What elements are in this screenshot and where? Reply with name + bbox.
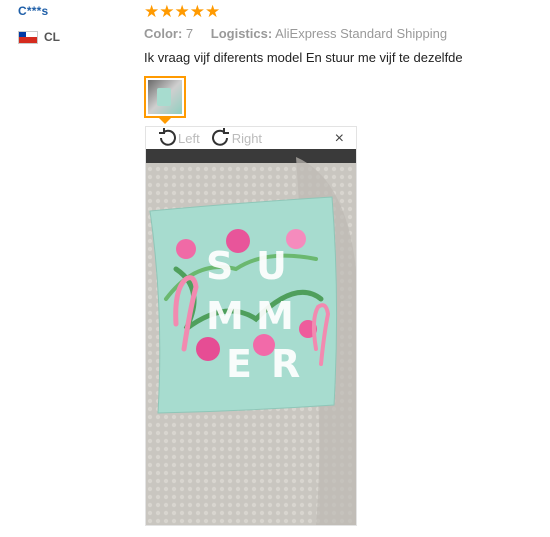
order-meta: Color: 7 Logistics: AliExpress Standard … <box>144 26 447 41</box>
rotate-right-button[interactable]: Right <box>210 127 262 149</box>
svg-text:E: E <box>226 342 252 386</box>
rotate-right-label: Right <box>231 130 263 146</box>
rotate-left-label: Left <box>178 130 200 146</box>
reviewer-country: CL <box>18 30 60 44</box>
thumbnail-image <box>148 80 182 114</box>
photo-viewer: Left Right × S U M M E R <box>145 126 357 526</box>
viewer-toolbar: Left Right × <box>146 127 356 149</box>
star-rating: ★ ★ ★ ★ ★ <box>144 3 220 20</box>
star-icon: ★ <box>205 2 221 21</box>
close-viewer-button[interactable]: × <box>335 131 344 147</box>
review-text: Ik vraag vijf diferents model En stuur m… <box>144 50 463 65</box>
review-photo: SU MM ER <box>146 149 356 525</box>
logistics-value: AliExpress Standard Shipping <box>275 26 448 41</box>
country-code: CL <box>44 30 60 44</box>
rotate-left-button[interactable]: Left <box>156 127 200 149</box>
svg-text:R: R <box>271 342 300 386</box>
color-value: 7 <box>185 26 194 41</box>
star-icon: ★ <box>189 2 205 21</box>
pillow-photo-image: SU MM ER <box>146 149 356 525</box>
svg-text:S: S <box>206 244 233 288</box>
logistics-label: Logistics: <box>210 26 273 41</box>
chile-flag-icon <box>18 30 38 44</box>
thumbnail-caret-icon <box>159 118 171 124</box>
svg-text:M: M <box>206 294 244 338</box>
svg-text:M: M <box>256 294 294 338</box>
star-icon: ★ <box>174 2 190 21</box>
rotate-right-icon <box>211 128 229 146</box>
reviewer-name[interactable]: C***s <box>18 4 48 18</box>
rotate-left-icon <box>159 128 176 146</box>
review-photo-thumbnail[interactable] <box>144 76 186 118</box>
pillow: SU MM ER <box>149 196 338 414</box>
svg-text:U: U <box>256 244 287 288</box>
star-icon: ★ <box>144 2 160 21</box>
star-icon: ★ <box>159 2 175 21</box>
color-label: Color: <box>144 26 183 41</box>
